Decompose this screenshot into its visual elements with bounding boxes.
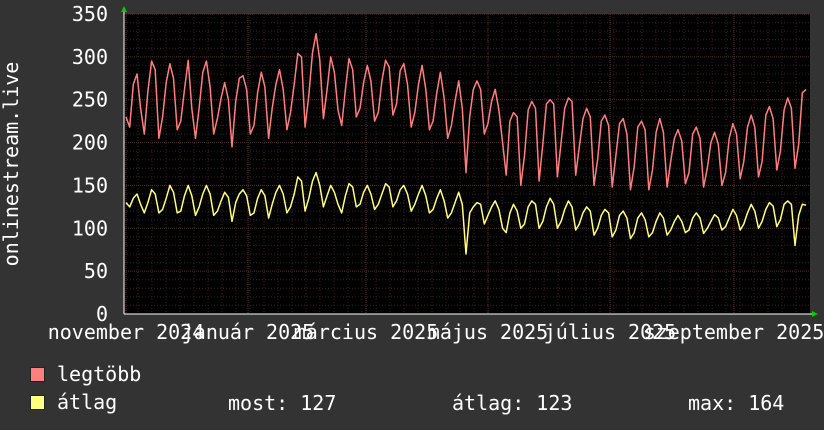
legend-label-max: legtöbb bbox=[57, 362, 142, 386]
y-tick-label: 200 bbox=[72, 131, 108, 155]
x-axis-arrow bbox=[812, 311, 818, 317]
stat-most: most: 127 bbox=[228, 391, 337, 415]
stat-max: max: 164 bbox=[688, 391, 785, 415]
legend-swatch-avg bbox=[30, 394, 45, 410]
legend-item-max: legtöbb bbox=[30, 362, 142, 386]
y-axis-label: onlinestream.live bbox=[0, 62, 23, 267]
x-tick-label: március 2025 bbox=[294, 320, 439, 344]
y-tick-label: 250 bbox=[72, 88, 108, 112]
stat-atlag: átlag: 123 bbox=[452, 391, 573, 415]
x-tick-label: szeptember 2025 bbox=[644, 320, 824, 344]
y-axis-arrow bbox=[121, 6, 127, 12]
y-tick-label: 150 bbox=[72, 173, 108, 197]
x-tick-label: május 2025 bbox=[428, 320, 548, 344]
legend-label-avg: átlag bbox=[57, 390, 118, 414]
legend-swatch-max bbox=[30, 366, 45, 382]
y-tick-label: 350 bbox=[72, 2, 108, 26]
legend-item-avg: átlag bbox=[30, 390, 118, 414]
y-tick-label: 100 bbox=[72, 216, 108, 240]
y-tick-label: 300 bbox=[72, 45, 108, 69]
chart: 050100150200250300350november 2024január… bbox=[0, 2, 824, 344]
y-tick-label: 50 bbox=[84, 259, 108, 283]
